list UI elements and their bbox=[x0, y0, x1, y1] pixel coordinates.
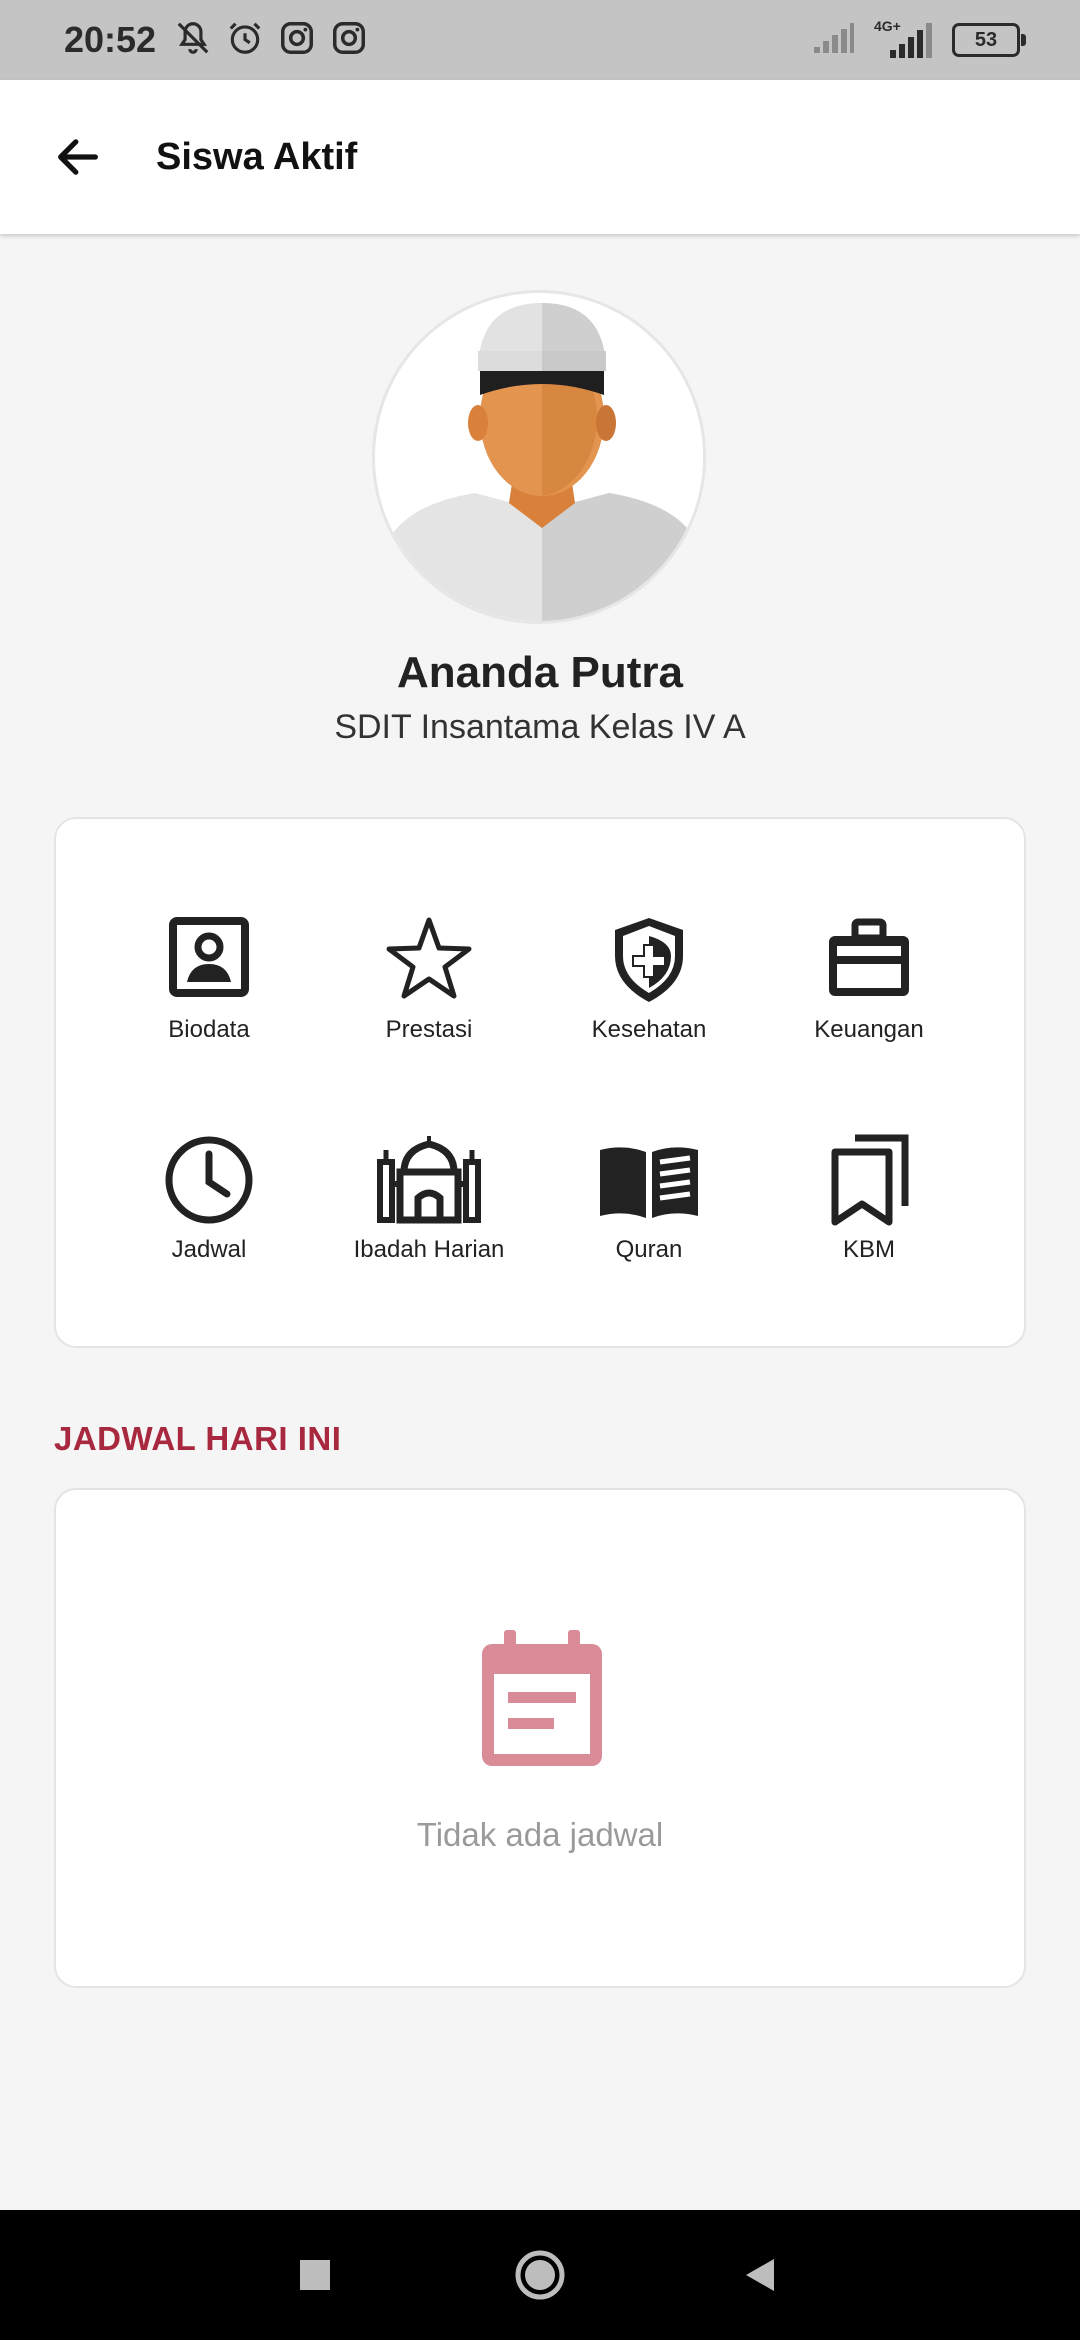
calendar-icon bbox=[482, 1630, 602, 1766]
menu-item-label: Jadwal bbox=[171, 1236, 247, 1263]
menu-item-jadwal[interactable]: Jadwal bbox=[99, 1132, 319, 1282]
menu-item-kesehatan[interactable]: Kesehatan bbox=[539, 912, 759, 1062]
menu-item-kbm[interactable]: KBM bbox=[759, 1132, 979, 1282]
section-title: JADWAL HARI INI bbox=[54, 1420, 342, 1457]
battery-indicator: 53 bbox=[952, 23, 1026, 57]
student-class: SDIT Insantama Kelas IV A bbox=[334, 708, 746, 746]
menu-item-label: Quran bbox=[615, 1236, 683, 1263]
menu-item-label: KBM bbox=[842, 1236, 895, 1263]
clock-icon bbox=[165, 1136, 253, 1224]
arrow-left-icon bbox=[58, 139, 98, 175]
status-bar: 20:52 4G+ 53 bbox=[0, 0, 1080, 80]
battery-level: 53 bbox=[974, 28, 998, 51]
circle-icon bbox=[515, 2250, 565, 2300]
menu-item-label: Keuangan bbox=[814, 1016, 924, 1043]
menu-item-quran[interactable]: Quran bbox=[539, 1132, 759, 1282]
avatar bbox=[372, 290, 706, 624]
menu-grid: Biodata Prestasi Kesehatan Keuangan Jadw… bbox=[54, 817, 1026, 1348]
page-title: Siswa Aktif bbox=[156, 135, 358, 178]
portrait-icon bbox=[169, 917, 249, 997]
square-icon bbox=[300, 2260, 330, 2290]
notifications-off-icon bbox=[174, 19, 212, 62]
open-book-icon bbox=[600, 1147, 698, 1218]
menu-item-label: Biodata bbox=[168, 1016, 250, 1043]
menu-item-ibadah-harian[interactable]: Ibadah Harian bbox=[319, 1132, 539, 1282]
alarm-icon bbox=[226, 19, 264, 62]
briefcase-icon bbox=[829, 918, 909, 996]
bookmarks-icon bbox=[831, 1134, 909, 1226]
shield-plus-icon bbox=[615, 918, 683, 1002]
menu-item-label: Ibadah Harian bbox=[353, 1236, 505, 1263]
signal-icon bbox=[812, 21, 856, 60]
app-bar: Siswa Aktif bbox=[0, 80, 1080, 234]
instagram-icon bbox=[330, 19, 368, 62]
schedule-card: Tidak ada jadwal bbox=[54, 1488, 1026, 1988]
triangle-back-icon bbox=[746, 2259, 774, 2291]
home-button[interactable] bbox=[505, 2240, 575, 2310]
star-icon bbox=[386, 917, 472, 999]
empty-schedule-text: Tidak ada jadwal bbox=[416, 1816, 664, 1853]
instagram-icon bbox=[278, 19, 316, 62]
signal-4g-icon: 4G+ bbox=[874, 18, 934, 60]
status-time: 20:52 bbox=[64, 19, 157, 60]
back-nav-button[interactable] bbox=[725, 2240, 795, 2310]
mosque-icon bbox=[377, 1136, 481, 1224]
menu-item-prestasi[interactable]: Prestasi bbox=[319, 912, 539, 1062]
menu-item-biodata[interactable]: Biodata bbox=[99, 912, 319, 1062]
menu-item-label: Kesehatan bbox=[591, 1016, 707, 1043]
menu-item-label: Prestasi bbox=[385, 1016, 473, 1043]
menu-item-keuangan[interactable]: Keuangan bbox=[759, 912, 979, 1062]
back-button[interactable] bbox=[48, 127, 108, 187]
recents-button[interactable] bbox=[280, 2240, 350, 2310]
student-name: Ananda Putra bbox=[396, 648, 684, 697]
system-nav-bar bbox=[0, 2210, 1080, 2340]
